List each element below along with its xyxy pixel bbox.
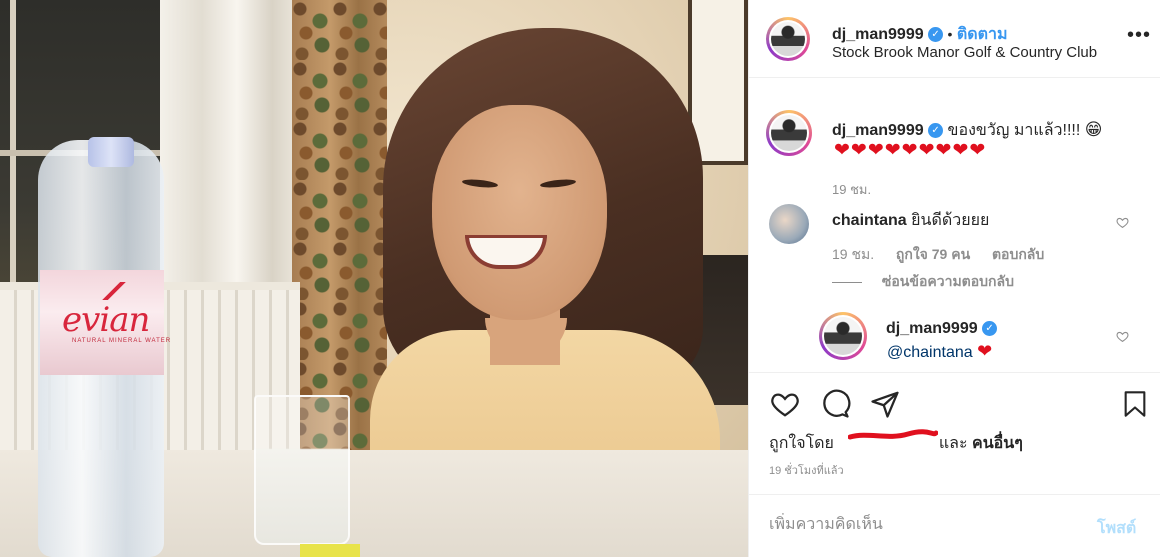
- author-avatar[interactable]: [766, 17, 810, 61]
- hide-replies-label: ซ่อนข้อความตอบกลับ: [881, 273, 1014, 289]
- post-location[interactable]: Stock Brook Manor Golf & Country Club: [832, 44, 1097, 61]
- photo-white-curtain: [160, 0, 300, 300]
- verified-badge-icon: ✓: [928, 123, 944, 139]
- photo-bottle-cap: [88, 137, 134, 167]
- post-comment-button[interactable]: โพสต์: [1097, 516, 1136, 541]
- reply-user-line: dj_man9999 ✓: [886, 320, 998, 338]
- reply-like-heart-icon[interactable]: [1116, 330, 1129, 343]
- verified-badge-icon: ✓: [928, 27, 944, 43]
- comment-reply-button[interactable]: ตอบกลับ: [992, 246, 1044, 262]
- post-header: dj_man9999 ✓ • ติดตาม Stock Brook Manor …: [749, 0, 1160, 78]
- caption-hearts: ❤❤❤❤❤❤❤❤❤: [834, 140, 987, 161]
- comment-time[interactable]: 19 ชม.: [832, 246, 874, 262]
- liked-by-and: และ: [938, 435, 968, 452]
- post-sidebar: dj_man9999 ✓ • ติดตาม Stock Brook Manor …: [748, 0, 1160, 557]
- comment-meta: 19 ชม. ถูกใจ 79 คน ตอบกลับ: [832, 244, 1044, 266]
- commenter-username[interactable]: chaintana: [832, 212, 907, 229]
- photo-face: [432, 105, 607, 320]
- reply-avatar[interactable]: [819, 312, 867, 360]
- comment-likes-count[interactable]: ถูกใจ 79 คน: [896, 246, 970, 262]
- comment-text: ยินดีด้วยยย: [911, 212, 990, 229]
- author-username[interactable]: dj_man9999: [832, 26, 924, 43]
- caption-text: ของขวัญ มาแล้ว!!!!: [947, 122, 1081, 139]
- like-heart-icon[interactable]: [769, 389, 801, 419]
- caption-avatar[interactable]: [766, 110, 812, 156]
- commenter-avatar[interactable]: [769, 204, 809, 244]
- reply-username[interactable]: dj_man9999: [886, 320, 978, 337]
- reply-mention-link[interactable]: @chaintana: [887, 344, 973, 361]
- liked-by-others-link[interactable]: คนอื่นๆ: [972, 435, 1023, 452]
- liked-by-prefix: ถูกใจโดย: [769, 435, 834, 452]
- share-paper-plane-icon[interactable]: [870, 389, 900, 419]
- post-timestamp[interactable]: 19 ชั่วโมงที่แล้ว: [769, 461, 844, 479]
- hide-replies-button[interactable]: ซ่อนข้อความตอบกลับ: [832, 271, 1014, 293]
- follow-button[interactable]: ติดตาม: [957, 26, 1008, 43]
- comment-line: chaintana ยินดีด้วยยย: [832, 208, 989, 233]
- add-comment-bar: โพสต์: [749, 494, 1160, 557]
- post-actions: ถูกใจโดย และ คนอื่นๆ 19 ชั่วโมงที่แล้ว: [749, 372, 1160, 514]
- verified-badge-icon: ✓: [982, 321, 998, 337]
- photo-window-frame: [10, 0, 16, 290]
- header-dot: •: [947, 26, 953, 42]
- grin-emoji-icon: 😁: [1084, 120, 1103, 139]
- add-comment-input[interactable]: [769, 513, 1069, 537]
- reply-heart-icon: ❤: [977, 341, 993, 361]
- comment-like-heart-icon[interactable]: [1116, 216, 1129, 229]
- bottle-brand-subtext: NATURAL MINERAL WATER: [72, 338, 172, 344]
- comment-icon[interactable]: [819, 389, 851, 419]
- caption-username[interactable]: dj_man9999: [832, 122, 924, 139]
- reply-text-line: @chaintana ❤: [887, 341, 992, 362]
- post-photo[interactable]: evian NATURAL MINERAL WATER: [0, 0, 748, 557]
- photo-yellow-note: [300, 544, 360, 557]
- redaction-scribble-icon: [848, 429, 938, 440]
- bottle-brand-text: evian: [62, 300, 150, 340]
- bottle-mountain-icon: [92, 282, 136, 300]
- hide-replies-line: [832, 281, 862, 283]
- caption-time[interactable]: 19 ชม.: [832, 179, 871, 200]
- photo-milk-glass: [254, 395, 350, 545]
- more-options-icon[interactable]: •••: [1127, 25, 1151, 45]
- save-bookmark-icon[interactable]: [1121, 389, 1149, 419]
